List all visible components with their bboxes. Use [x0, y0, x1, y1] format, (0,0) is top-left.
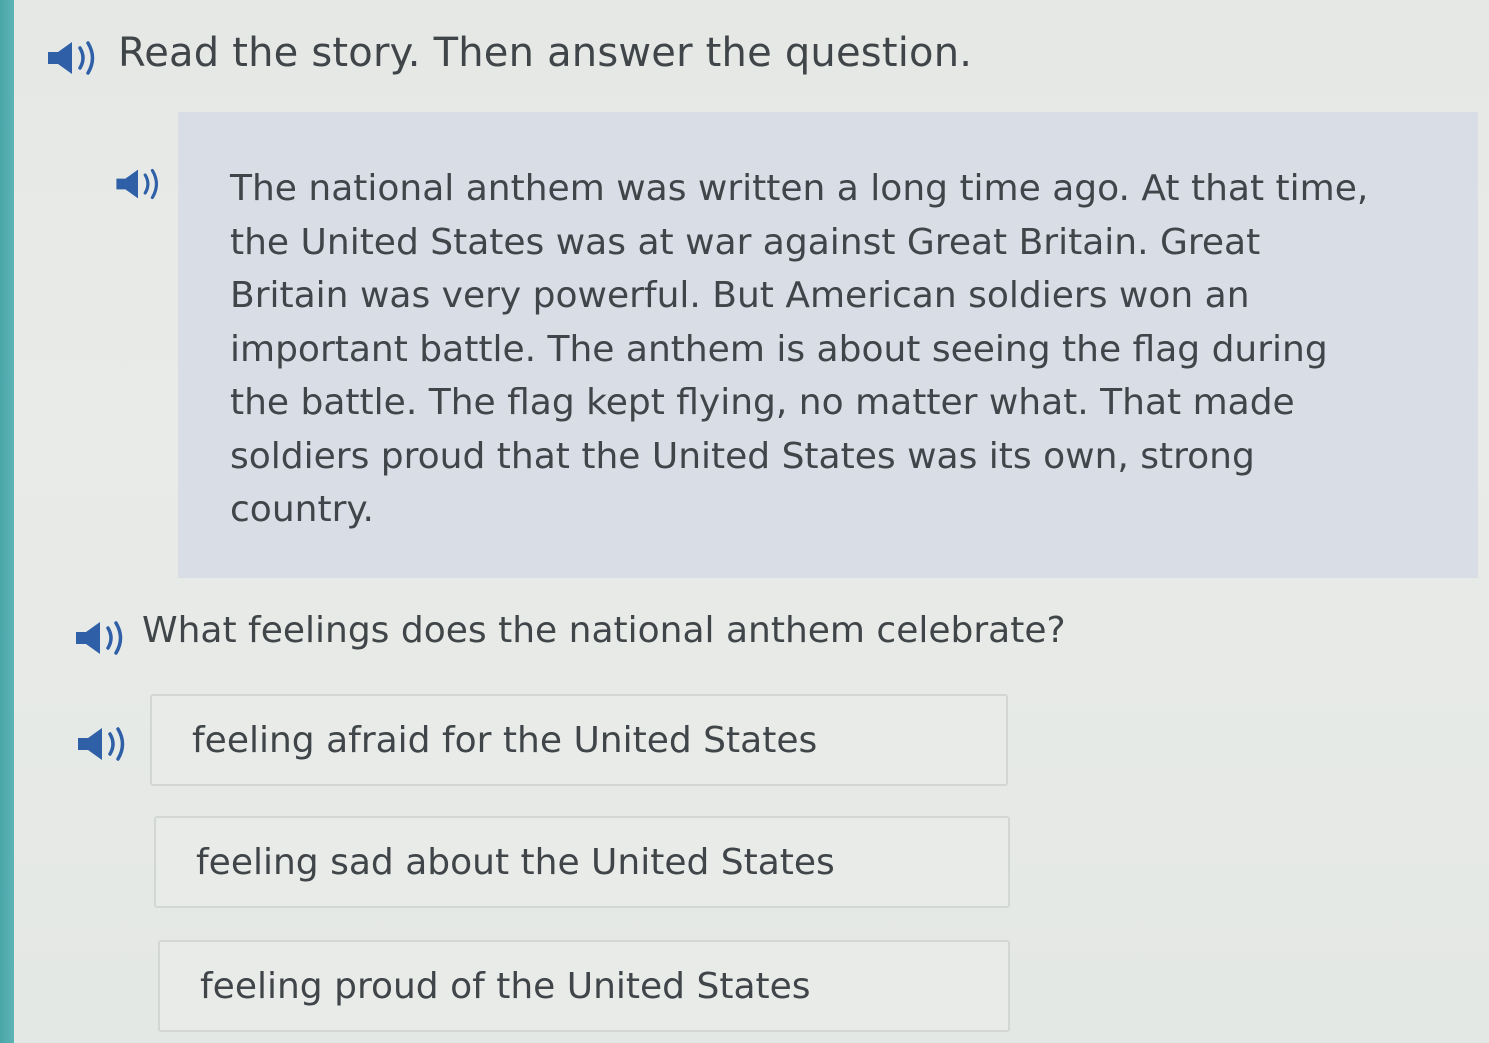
- answer-choice-label: feeling afraid for the United States: [192, 720, 818, 761]
- answer-choice-label: feeling sad about the United States: [196, 842, 835, 883]
- instruction-text: Read the story. Then answer the question…: [118, 30, 973, 76]
- passage-line: soldiers proud that the United States wa…: [230, 435, 1255, 477]
- passage-line: the battle. The flag kept flying, no mat…: [230, 382, 1295, 423]
- answer-choice-sad[interactable]: feeling sad about the United States: [154, 816, 1010, 908]
- answer-choice-label: feeling proud of the United States: [200, 966, 811, 1007]
- answer-choice-proud[interactable]: feeling proud of the United States: [158, 940, 1010, 1032]
- choice-1-speaker-icon[interactable]: [74, 724, 130, 764]
- answer-choice-afraid[interactable]: feeling afraid for the United States: [150, 694, 1008, 786]
- passage-line: important battle. The anthem is about se…: [230, 328, 1328, 370]
- passage-line: country.: [230, 489, 374, 530]
- question-speaker-icon[interactable]: [72, 618, 128, 658]
- passage-text: The national anthem was written a long t…: [230, 162, 1450, 537]
- passage-speaker-icon[interactable]: [112, 166, 164, 202]
- passage-line: the United States was at war against Gre…: [230, 221, 1261, 263]
- instruction-speaker-icon[interactable]: [44, 38, 100, 78]
- passage-line: The national anthem was written a long t…: [230, 168, 1369, 209]
- passage-line: Britain was very powerful. But American …: [230, 275, 1250, 316]
- question-text: What feelings does the national anthem c…: [142, 610, 1066, 651]
